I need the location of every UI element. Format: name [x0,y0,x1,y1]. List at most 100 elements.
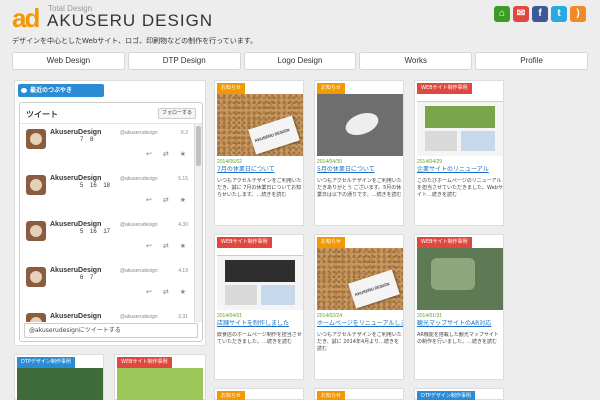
tweet-item: AkuseruDesign @akuserudesign 5.15 5 16 18 ↩ ⇄… [20,170,196,216]
map-photo [431,258,475,290]
social-links: ⌂ ✉ f t) [494,6,586,22]
follow-button[interactable]: フォローする [158,108,196,119]
tweet-author[interactable]: AkuseruDesign [50,267,101,274]
tweet-date[interactable]: 4.19 [178,268,188,274]
favorite-icon[interactable]: ★ [180,242,186,250]
mail-icon[interactable]: ✉ [513,6,529,22]
post-excerpt: いつもアクセルデザインをご利用いただき、誠に 2014年4月より…続きを読む [317,332,402,352]
post-date: 2014/02/24 [317,313,343,319]
nav-item-logo-design[interactable]: Logo Design [243,52,357,70]
post-thumbnail[interactable] [417,248,503,310]
tweet-date[interactable]: 5.15 [178,176,188,182]
logo-mark[interactable]: ad [12,5,46,31]
post-card: DTPデザイン制作事例 [14,354,104,400]
tweet-handle: @akuserudesign [120,268,158,274]
favorite-icon[interactable]: ★ [180,288,186,296]
tweet-actions: ↩ ⇄ ★ [146,150,186,158]
post-title[interactable]: 店舗サイトを制作しました [217,320,303,328]
tweet-text: 7 8 [80,137,94,143]
tweet-date[interactable]: 3.31 [178,314,188,320]
tweet-author[interactable]: AkuseruDesign [50,313,101,320]
site-header: ad Total Design AKUSERU DESIGN デザインを中心とし… [0,0,600,50]
avatar[interactable] [26,221,46,241]
category-label[interactable]: お知らせ [317,391,345,400]
tweet-date[interactable]: 4.30 [178,222,188,228]
category-label[interactable]: お知らせ [217,83,245,94]
site-block [225,285,257,305]
tweet-handle: @akuserudesign [120,222,158,228]
post-thumbnail[interactable] [17,368,103,400]
facebook-icon[interactable]: f [532,6,548,22]
page: ad Total Design AKUSERU DESIGN デザインを中心とし… [0,0,600,400]
post-thumbnail[interactable]: AKUSERU DESIGN [217,94,303,156]
reply-icon[interactable]: ↩ [146,242,152,250]
favorite-icon[interactable]: ★ [180,196,186,204]
category-label[interactable]: WEBサイト制作事例 [417,83,472,94]
retweet-icon[interactable]: ⇄ [163,288,169,296]
category-label[interactable]: DTPデザイン制作事例 [17,357,75,368]
reply-icon[interactable]: ↩ [146,288,152,296]
reply-icon[interactable]: ↩ [146,150,152,158]
tweet-list: AkuseruDesign @akuserudesign 6.2 7 8 ↩ ⇄ ★ Akus… [20,124,196,322]
nav-item-dtp-design[interactable]: DTP Design [127,52,241,70]
retweet-icon[interactable]: ⇄ [163,242,169,250]
tweet-author[interactable]: AkuseruDesign [50,129,101,136]
post-card: WEBサイト制作事例 2014/04/29 企業サイトのリニューアル このたびホームペ… [414,80,504,226]
post-title[interactable]: 5月の休業日について [317,166,403,174]
avatar[interactable] [26,267,46,287]
category-label[interactable]: WEBサイト制作事例 [417,237,472,248]
tweet-date[interactable]: 6.2 [181,130,188,136]
tweet-text: 5 16 17 [80,229,111,235]
reply-icon[interactable]: ↩ [146,196,152,204]
nav-item-works[interactable]: Works [359,52,473,70]
logo-title[interactable]: AKUSERU DESIGN [47,11,213,31]
post-card: お知らせ 2014/04/30 5月の休業日について いつもアクセルデザインをご利用い… [314,80,404,226]
home-icon[interactable]: ⌂ [494,6,510,22]
nav-item-profile[interactable]: Profile [475,52,588,70]
nav-item-web-design[interactable]: Web Design [12,52,125,70]
post-card: お知らせ AKUSERU DESIGN 2014/02/24 ホームページをリニューア… [314,234,404,380]
avatar[interactable] [26,129,46,149]
site-block [261,285,295,305]
post-title[interactable]: 企業サイトのリニューアル [417,166,503,174]
post-thumbnail[interactable] [417,94,503,156]
category-label[interactable]: WEBサイト制作事例 [217,237,272,248]
category-label[interactable]: DTPデザイン制作事例 [417,391,475,400]
tweet-input[interactable]: @akuserudesignにツイートする [24,323,198,338]
post-thumbnail[interactable] [317,94,403,156]
category-label[interactable]: お知らせ [217,391,245,400]
category-label[interactable]: お知らせ [317,83,345,94]
post-thumbnail[interactable] [217,248,303,310]
category-label[interactable]: WEBサイト制作事例 [117,357,172,368]
tweet-item: AkuseruDesign @akuserudesign 6.2 7 8 ↩ ⇄ ★ [20,124,196,170]
timeline-scrollbar[interactable] [194,124,202,322]
retweet-icon[interactable]: ⇄ [163,150,169,158]
category-label[interactable]: お知らせ [317,237,345,248]
post-card: お知らせ [214,388,304,400]
post-card: WEBサイト制作事例 2014/04/01 店舗サイトを制作しました 飲食店のホームペ… [214,234,304,380]
scrollbar-thumb[interactable] [196,126,201,166]
post-title[interactable]: 7月の休業日について [217,166,303,174]
tweet-author[interactable]: AkuseruDesign [50,175,101,182]
post-title[interactable]: 観光マップサイトのAR対応 [417,320,503,328]
post-thumbnail[interactable]: AKUSERU DESIGN [317,248,403,310]
favorite-icon[interactable]: ★ [180,150,186,158]
business-card-text: AKUSERU DESIGN [354,281,391,298]
tweet-handle: @akuserudesign [120,314,158,320]
post-thumbnail[interactable] [117,368,203,400]
tweet-item: AkuseruDesign @akuserudesign 4.30 5 16 17 ↩ ⇄… [20,216,196,262]
tweet-handle: @akuserudesign [120,130,158,136]
tweet-handle: @akuserudesign [120,176,158,182]
avatar-face [30,225,42,237]
site-bar [417,94,503,102]
twitter-timeline: ツイート フォローする AkuseruDesign @akuserudesign 6… [19,102,203,342]
twitter-widget-tab: 最近のつぶやき [18,84,104,97]
avatar[interactable] [26,175,46,195]
post-card: DTPデザイン制作事例 [414,388,504,400]
retweet-icon[interactable]: ⇄ [163,196,169,204]
post-title[interactable]: ホームページをリニューアルしました [317,320,403,328]
tweet-author[interactable]: AkuseruDesign [50,221,101,228]
rss-icon[interactable]: ) [570,6,586,22]
avatar[interactable] [26,313,46,322]
twitter-icon[interactable]: t [551,6,567,22]
